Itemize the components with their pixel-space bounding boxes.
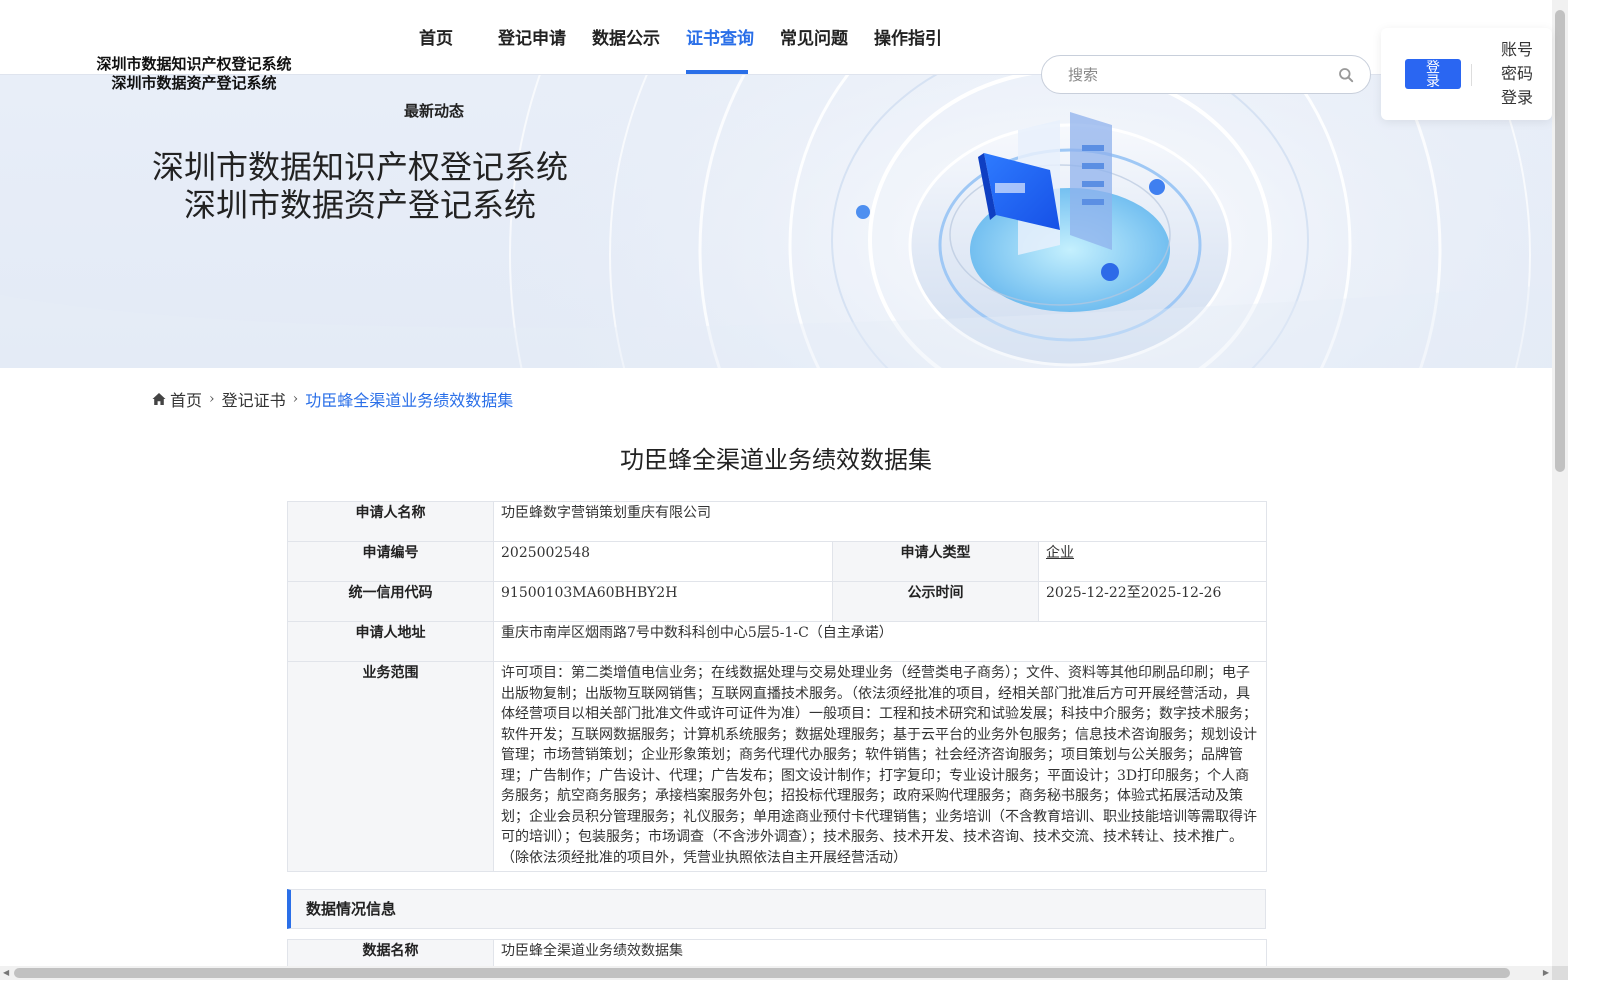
banner-title-line-2: 深圳市数据资产登记系统 xyxy=(183,186,536,224)
applicant-name-label: 申请人名称 xyxy=(287,501,494,542)
table-row: 业务范围 许可项目：第二类增值电信业务；在线数据处理与交易处理业务（经营类电子商… xyxy=(287,661,1267,872)
applicant-address-label: 申请人地址 xyxy=(287,621,494,662)
vertical-scrollbar[interactable] xyxy=(1552,0,1568,966)
table-row: 申请人名称 功臣蜂数字营销策划重庆有限公司 xyxy=(287,501,1267,542)
applicant-type-text: 企业 xyxy=(1046,545,1074,561)
applicant-type-value: 企业 xyxy=(1038,541,1267,582)
hero-banner: 深圳市数据知识产权登记系统 深圳市数据资产登记系统 xyxy=(0,75,1552,368)
nav-guide[interactable]: 操作指引 xyxy=(874,24,942,49)
nav-active-indicator xyxy=(686,70,748,74)
login-panel: 登录 账号密码登录 xyxy=(1381,28,1552,120)
search-input[interactable] xyxy=(1066,64,1326,86)
search-box xyxy=(1041,55,1371,94)
chevron-right-icon: › xyxy=(209,391,215,407)
vertical-scroll-thumb[interactable] xyxy=(1555,10,1565,472)
credit-code-label: 统一信用代码 xyxy=(287,581,494,622)
application-number-value: 2025002548 xyxy=(493,541,833,582)
nav-faq[interactable]: 常见问题 xyxy=(780,24,848,49)
site-logo[interactable]: 深圳市数据知识产权登记系统 深圳市数据资产登记系统 xyxy=(80,55,308,93)
applicant-address-value: 重庆市南岸区烟雨路7号中数科科创中心5层5-1-C（自主承诺） xyxy=(493,621,1267,662)
login-button[interactable]: 登录 xyxy=(1405,59,1461,89)
breadcrumb-home[interactable]: 首页 xyxy=(170,387,202,411)
nav-register-apply[interactable]: 登记申请 xyxy=(498,24,566,49)
business-scope-value: 许可项目：第二类增值电信业务；在线数据处理与交易处理业务（经营类电子商务）；文件… xyxy=(493,661,1267,872)
publicity-time-value: 2025-12-22至2025-12-26 xyxy=(1038,581,1267,622)
login-divider xyxy=(1471,64,1472,86)
business-scope-label: 业务范围 xyxy=(287,661,494,872)
applicant-name-value: 功臣蜂数字营销策划重庆有限公司 xyxy=(493,501,1267,542)
applicant-type-label: 申请人类型 xyxy=(832,541,1039,582)
login-button-label: 登录 xyxy=(1426,60,1440,89)
page-title: 功臣蜂全渠道业务绩效数据集 xyxy=(620,446,932,474)
horizontal-scroll-thumb[interactable] xyxy=(14,968,1510,978)
horizontal-scrollbar[interactable]: ◀ ▶ xyxy=(0,966,1552,980)
nav-latest-news[interactable]: 最新动态 xyxy=(404,100,464,121)
table-row: 统一信用代码 91500103MA60BHBY2H 公示时间 2025-12-2… xyxy=(287,581,1267,622)
scroll-right-icon[interactable]: ▶ xyxy=(1543,969,1549,977)
scroll-left-icon[interactable]: ◀ xyxy=(3,969,9,977)
logo-line-2: 深圳市数据资产登记系统 xyxy=(111,74,277,92)
chevron-right-icon: › xyxy=(292,391,299,407)
data-info-section-header: 数据情况信息 xyxy=(287,889,1266,929)
breadcrumb-certificates[interactable]: 登记证书 xyxy=(222,387,286,411)
breadcrumb: 首页 › 登记证书 › 功臣蜂全渠道业务绩效数据集 xyxy=(152,387,513,411)
banner-title: 深圳市数据知识产权登记系统 深圳市数据资产登记系统 xyxy=(140,148,580,224)
search-icon[interactable] xyxy=(1338,67,1354,83)
nav-home[interactable]: 首页 xyxy=(419,24,453,49)
home-icon xyxy=(152,393,166,405)
password-login-link[interactable]: 账号密码登录 xyxy=(1497,38,1537,110)
publicity-time-label: 公示时间 xyxy=(832,581,1039,622)
applicant-info-table: 申请人名称 功臣蜂数字营销策划重庆有限公司 申请编号 2025002548 申请… xyxy=(287,501,1267,872)
table-row: 申请编号 2025002548 申请人类型 企业 xyxy=(287,541,1267,582)
scrollbar-corner xyxy=(1552,966,1568,980)
breadcrumb-current: 功臣蜂全渠道业务绩效数据集 xyxy=(305,391,514,410)
nav-data-publicity[interactable]: 数据公示 xyxy=(592,24,660,49)
credit-code-value: 91500103MA60BHBY2H xyxy=(493,581,833,622)
logo-line-1: 深圳市数据知识产权登记系统 xyxy=(96,55,292,73)
table-row: 申请人地址 重庆市南岸区烟雨路7号中数科科创中心5层5-1-C（自主承诺） xyxy=(287,621,1267,662)
nav-certificate-query[interactable]: 证书查询 xyxy=(686,24,754,49)
application-number-label: 申请编号 xyxy=(287,541,494,582)
banner-title-line-1: 深圳市数据知识产权登记系统 xyxy=(151,148,568,186)
